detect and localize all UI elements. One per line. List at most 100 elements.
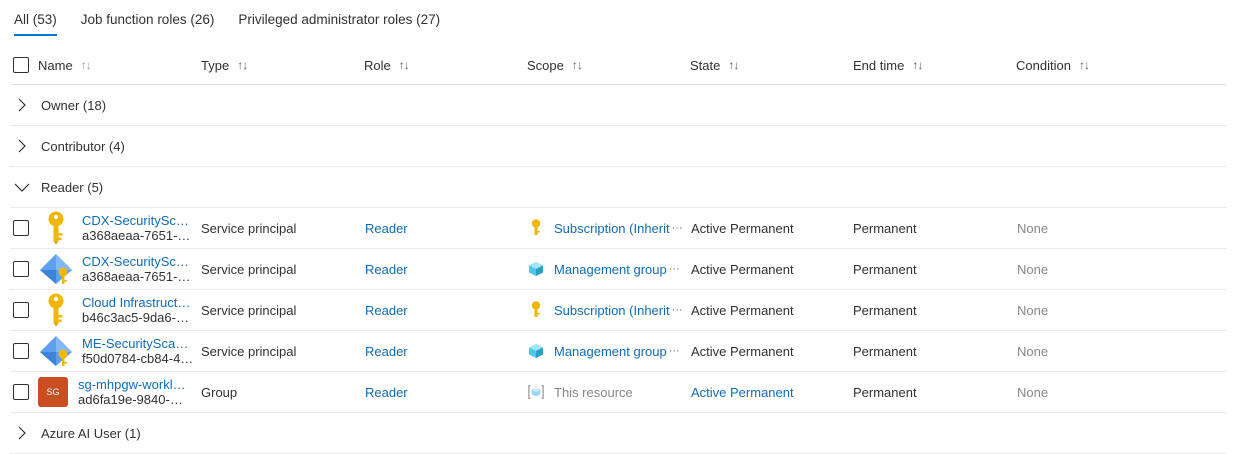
role-assignments-table: Name ↑↓ Type ↑↓ Role ↑↓ Scope ↑↓ State ↑… bbox=[10, 46, 1227, 454]
scope-link[interactable]: Management group bbox=[554, 262, 667, 277]
condition-value: None bbox=[1017, 261, 1049, 277]
more-icon[interactable]: ··· bbox=[672, 304, 683, 316]
group-row-azure-ai-user[interactable]: Azure AI User (1) bbox=[10, 413, 1227, 454]
group-row-contributor[interactable]: Contributor (4) bbox=[10, 126, 1227, 167]
end-time-value: Permanent bbox=[853, 384, 917, 400]
condition-value: None bbox=[1017, 302, 1049, 318]
sort-icon[interactable]: ↑↓ bbox=[1079, 58, 1089, 72]
column-header-state[interactable]: State ↑↓ bbox=[690, 46, 738, 84]
state-value: Active Permanent bbox=[691, 220, 794, 236]
row-checkbox[interactable] bbox=[13, 343, 29, 359]
column-scope-label: Scope bbox=[527, 57, 564, 73]
group-label: Reader (5) bbox=[41, 179, 104, 195]
end-time-value: Permanent bbox=[853, 220, 917, 236]
avatar: SG bbox=[38, 377, 68, 407]
column-state-label: State bbox=[690, 57, 721, 73]
principal-name-link[interactable]: ME-SecurityScan… bbox=[82, 336, 194, 351]
key-icon bbox=[528, 301, 544, 319]
row-checkbox[interactable] bbox=[13, 220, 29, 236]
more-icon[interactable]: ··· bbox=[669, 345, 680, 357]
sort-icon[interactable]: ↑↓ bbox=[81, 58, 91, 72]
group-row-owner[interactable]: Owner (18) bbox=[10, 85, 1227, 126]
tab-all[interactable]: All (53) bbox=[14, 0, 57, 36]
tab-privileged-admin-roles[interactable]: Privileged administrator roles (27) bbox=[238, 0, 440, 36]
column-condition-label: Condition bbox=[1016, 57, 1071, 73]
column-header-scope[interactable]: Scope ↑↓ bbox=[527, 46, 582, 84]
resource-icon bbox=[528, 383, 544, 401]
role-tabs: All (53) Job function roles (26) Privile… bbox=[14, 0, 464, 36]
chevron-right-icon[interactable] bbox=[13, 98, 31, 112]
group-label: Contributor (4) bbox=[41, 138, 125, 154]
select-all-checkbox-cell bbox=[13, 46, 29, 84]
scope-link[interactable]: Management group bbox=[554, 344, 667, 359]
principal-id: f50d0784-cb84-4… bbox=[82, 351, 194, 366]
cube-icon bbox=[528, 342, 544, 360]
managed-identity-icon bbox=[38, 251, 74, 287]
principal-id: a368aeaa-7651-… bbox=[82, 228, 191, 243]
type-value: Service principal bbox=[201, 261, 297, 277]
column-header-end-time[interactable]: End time ↑↓ bbox=[853, 46, 922, 84]
chevron-right-icon[interactable] bbox=[13, 426, 31, 440]
table-header: Name ↑↓ Type ↑↓ Role ↑↓ Scope ↑↓ State ↑… bbox=[10, 46, 1227, 85]
type-value: Service principal bbox=[201, 220, 297, 236]
chevron-down-icon[interactable] bbox=[13, 182, 31, 192]
scope-value: This resource bbox=[554, 384, 633, 400]
row-checkbox[interactable] bbox=[13, 302, 29, 318]
condition-value: None bbox=[1017, 343, 1049, 359]
state-value: Active Permanent bbox=[691, 261, 794, 277]
row-checkbox[interactable] bbox=[13, 261, 29, 277]
key-icon bbox=[38, 210, 74, 246]
row-checkbox[interactable] bbox=[13, 384, 29, 400]
table-row[interactable]: CDX-SecuritySca… a368aeaa-7651-… Service… bbox=[10, 249, 1227, 290]
state-value: Active Permanent bbox=[691, 343, 794, 359]
end-time-value: Permanent bbox=[853, 302, 917, 318]
condition-value: None bbox=[1017, 384, 1049, 400]
more-icon[interactable]: ··· bbox=[672, 222, 683, 234]
sort-icon[interactable]: ↑↓ bbox=[572, 58, 582, 72]
table-row[interactable]: Cloud Infrastruct… b46c3ac5-9da6-… Servi… bbox=[10, 290, 1227, 331]
column-type-label: Type bbox=[201, 57, 230, 73]
column-header-type[interactable]: Type ↑↓ bbox=[201, 46, 247, 84]
type-value: Service principal bbox=[201, 302, 297, 318]
principal-name-link[interactable]: sg-mhpgw-workl… bbox=[78, 377, 190, 392]
role-link[interactable]: Reader bbox=[365, 290, 408, 330]
table-row[interactable]: ME-SecurityScan… f50d0784-cb84-4… Servic… bbox=[10, 331, 1227, 372]
group-row-reader[interactable]: Reader (5) bbox=[10, 167, 1227, 208]
group-label: Owner (18) bbox=[41, 97, 107, 113]
column-header-name[interactable]: Name ↑↓ bbox=[38, 46, 91, 84]
scope-link[interactable]: Subscription (Inherit bbox=[554, 303, 670, 318]
table-row[interactable]: CDX-SecuritySca… a368aeaa-7651-… Service… bbox=[10, 208, 1227, 249]
type-value: Service principal bbox=[201, 343, 297, 359]
principal-name-link[interactable]: Cloud Infrastruct… bbox=[82, 295, 194, 310]
sort-icon[interactable]: ↑↓ bbox=[912, 58, 922, 72]
principal-name-link[interactable]: CDX-SecuritySca… bbox=[82, 213, 194, 228]
principal-name-link[interactable]: CDX-SecuritySca… bbox=[82, 254, 194, 269]
type-value: Group bbox=[201, 384, 238, 400]
managed-identity-icon bbox=[38, 333, 74, 369]
principal-id: ad6fa19e-9840-4c… bbox=[78, 392, 190, 407]
key-icon bbox=[38, 292, 74, 328]
scope-link[interactable]: Subscription (Inherit bbox=[554, 221, 670, 236]
role-link[interactable]: Reader bbox=[365, 331, 408, 371]
end-time-value: Permanent bbox=[853, 343, 917, 359]
role-link[interactable]: Reader bbox=[365, 372, 408, 412]
role-link[interactable]: Reader bbox=[365, 208, 408, 248]
principal-id: a368aeaa-7651-… bbox=[82, 269, 191, 284]
column-name-label: Name bbox=[38, 57, 73, 73]
column-role-label: Role bbox=[364, 57, 391, 73]
sort-icon[interactable]: ↑↓ bbox=[399, 58, 409, 72]
chevron-right-icon[interactable] bbox=[13, 139, 31, 153]
column-header-role[interactable]: Role ↑↓ bbox=[364, 46, 409, 84]
select-all-checkbox[interactable] bbox=[13, 57, 29, 73]
sort-icon[interactable]: ↑↓ bbox=[237, 58, 247, 72]
column-header-condition[interactable]: Condition ↑↓ bbox=[1016, 46, 1089, 84]
tab-job-function-roles[interactable]: Job function roles (26) bbox=[81, 0, 215, 36]
cube-icon bbox=[528, 260, 544, 278]
table-row[interactable]: SG sg-mhpgw-workl… ad6fa19e-9840-4c… Gro… bbox=[10, 372, 1227, 413]
sort-icon[interactable]: ↑↓ bbox=[728, 58, 738, 72]
key-icon bbox=[528, 219, 544, 237]
more-icon[interactable]: ··· bbox=[669, 263, 680, 275]
state-value: Active Permanent bbox=[691, 302, 794, 318]
role-link[interactable]: Reader bbox=[365, 249, 408, 289]
state-link[interactable]: Active Permanent bbox=[691, 372, 794, 412]
